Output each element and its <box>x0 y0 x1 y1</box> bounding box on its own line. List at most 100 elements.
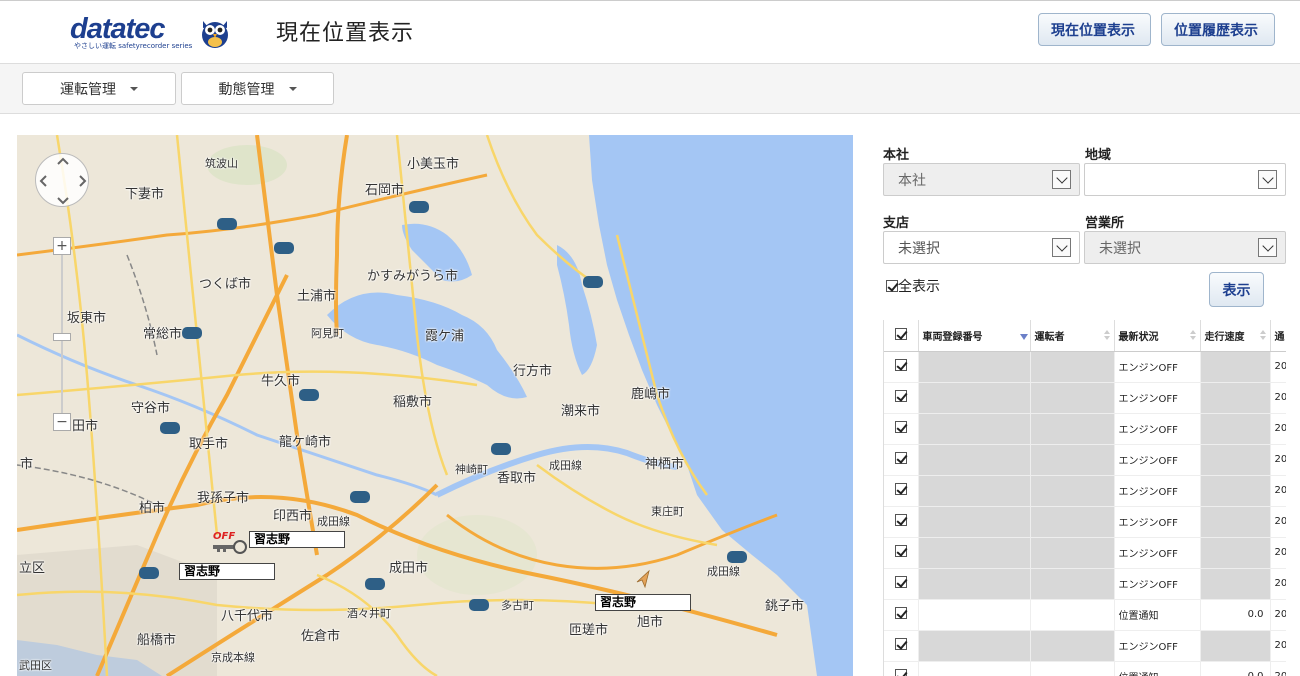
checkbox-icon[interactable] <box>894 638 907 650</box>
zoom-out-button[interactable]: − <box>53 413 71 431</box>
map-place-label: 成田線 <box>317 515 350 528</box>
map-place-label: 霞ケ浦 <box>425 329 465 344</box>
column-header-speed[interactable]: 走行速度 <box>1200 320 1271 352</box>
dropdown-arrow-icon <box>1258 238 1277 257</box>
row-checkbox-cell[interactable] <box>884 382 919 414</box>
table-row[interactable]: エンジンOFF 20 <box>884 413 1286 445</box>
vehicle-cell <box>918 382 1031 414</box>
column-header-driver[interactable]: 運転者 <box>1030 320 1115 352</box>
checkbox-icon[interactable] <box>894 421 907 433</box>
engine-off-marker[interactable]: OFF <box>213 531 253 554</box>
branch-value: 未選択 <box>898 240 940 257</box>
map-place-label: 銚子市 <box>765 599 805 614</box>
table-row[interactable]: 位置通知0.020 <box>884 661 1286 676</box>
map-place-label: 旭市 <box>637 615 664 630</box>
region-select[interactable] <box>1084 163 1286 196</box>
row-checkbox-cell[interactable] <box>884 568 919 600</box>
checkbox-icon[interactable] <box>894 359 907 371</box>
speed-cell <box>1200 537 1271 569</box>
checkbox-icon[interactable] <box>894 514 907 526</box>
vehicle-marker-label[interactable]: 習志野 <box>179 563 275 580</box>
vehicle-marker-label[interactable]: 習志野 <box>595 594 691 611</box>
vehicle-cell <box>918 506 1031 538</box>
table-header-row: 車両登録番号 運転者 最新状況 走行速度 通 <box>884 320 1286 352</box>
status-cell: エンジンOFF <box>1114 568 1201 600</box>
caret-down-icon <box>288 86 297 91</box>
head-office-select[interactable]: 本社 <box>883 163 1080 196</box>
row-checkbox-cell[interactable] <box>884 599 919 631</box>
table-row[interactable]: エンジンOFF 20 <box>884 537 1286 569</box>
select-all-column[interactable] <box>884 320 919 352</box>
row-checkbox-cell[interactable] <box>884 630 919 662</box>
datatec-logo[interactable]: datatec やさしい運転 safetyrecorder series <box>70 13 240 53</box>
location-history-button[interactable]: 位置履歴表示 <box>1161 13 1275 46</box>
row-checkbox-cell[interactable] <box>884 351 919 383</box>
map-place-label: 神栖市 <box>645 457 685 472</box>
status-cell: エンジンOFF <box>1114 413 1201 445</box>
checkbox-icon[interactable] <box>894 669 907 676</box>
show-all-checkbox[interactable]: 全表示 <box>886 276 940 296</box>
table-row[interactable]: エンジンOFF 20 <box>884 475 1286 507</box>
checkbox-icon[interactable] <box>894 483 907 495</box>
table-row[interactable]: エンジンOFF 20 <box>884 506 1286 538</box>
zoom-slider-handle[interactable] <box>53 333 71 341</box>
sort-icon <box>1103 330 1110 340</box>
checkbox-icon[interactable] <box>894 576 907 588</box>
column-header-status[interactable]: 最新状況 <box>1114 320 1201 352</box>
table-row[interactable]: エンジンOFF 20 <box>884 444 1286 476</box>
map-place-label: 取手市 <box>189 437 229 452</box>
column-header-vehicle[interactable]: 車両登録番号 <box>918 320 1031 352</box>
row-checkbox-cell[interactable] <box>884 537 919 569</box>
vehicle-marker-label[interactable]: 習志野 <box>249 531 345 548</box>
table-row[interactable]: エンジンOFF 20 <box>884 351 1286 383</box>
row-checkbox-cell[interactable] <box>884 475 919 507</box>
vehicle-arrow-marker <box>636 569 650 589</box>
speed-cell <box>1200 444 1271 476</box>
speed-cell: 0.0 <box>1200 661 1271 676</box>
map-place-label: 八千代市 <box>221 609 274 624</box>
sales-office-label: 営業所 <box>1085 216 1125 231</box>
status-cell: エンジンOFF <box>1114 475 1201 507</box>
next-cell: 20 <box>1270 599 1286 631</box>
checkbox-icon[interactable] <box>894 545 907 557</box>
map-place-label: 土浦市 <box>297 289 337 304</box>
zoom-in-button[interactable]: + <box>53 237 71 255</box>
region-label: 地域 <box>1085 148 1112 163</box>
column-header-next[interactable]: 通 <box>1270 320 1286 352</box>
lake-kasumigaura <box>327 292 527 399</box>
row-checkbox-cell[interactable] <box>884 661 919 676</box>
table-row[interactable]: エンジンOFF 20 <box>884 630 1286 662</box>
row-checkbox-cell[interactable] <box>884 506 919 538</box>
driving-management-menu[interactable]: 運転管理 <box>22 72 176 105</box>
map-place-label: 成田線 <box>707 565 740 578</box>
row-checkbox-cell[interactable] <box>884 413 919 445</box>
attendance-management-menu[interactable]: 動態管理 <box>181 72 334 105</box>
zoom-control[interactable]: + − <box>53 237 71 432</box>
sort-desc-icon <box>1019 330 1028 340</box>
map-view[interactable]: + − 筑波山 小美玉市 下妻市 石岡市 つくば市 かすみがうら市 土浦市 阿見町 坂東市 霞ケ浦… <box>17 135 853 676</box>
map-place-label: 龍ケ崎市 <box>279 435 332 450</box>
pan-control[interactable] <box>35 153 89 207</box>
checkbox-icon[interactable] <box>886 280 898 292</box>
next-cell: 20 <box>1270 630 1286 662</box>
table-row[interactable]: エンジンOFF 20 <box>884 568 1286 600</box>
show-button[interactable]: 表示 <box>1209 272 1264 307</box>
table-row[interactable]: エンジンOFF 20 <box>884 382 1286 414</box>
table-row[interactable]: 位置通知0.020 <box>884 599 1286 631</box>
checkbox-icon[interactable] <box>894 452 907 464</box>
speed-cell <box>1200 630 1271 662</box>
map-place-label: 坂東市 <box>67 311 107 326</box>
branch-select[interactable]: 未選択 <box>883 231 1080 264</box>
current-location-button[interactable]: 現在位置表示 <box>1038 13 1151 46</box>
sales-office-select[interactable]: 未選択 <box>1084 231 1286 264</box>
checkbox-icon[interactable] <box>894 607 907 619</box>
map-place-label: 阿見町 <box>311 327 344 340</box>
row-checkbox-cell[interactable] <box>884 444 919 476</box>
checkbox-icon[interactable] <box>894 390 907 402</box>
sales-office-value: 未選択 <box>1099 240 1141 257</box>
driver-cell <box>1030 351 1115 383</box>
vehicle-cell <box>918 661 1031 676</box>
checkbox-icon[interactable] <box>894 327 907 340</box>
vehicle-cell <box>918 444 1031 476</box>
speed-cell <box>1200 382 1271 414</box>
